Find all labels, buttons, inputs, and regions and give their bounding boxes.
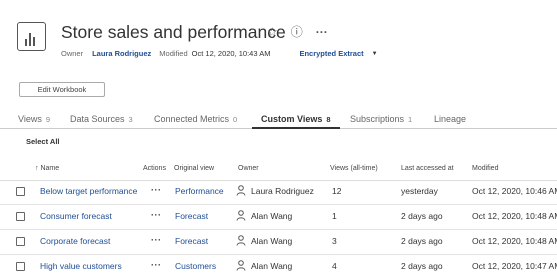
column-header-name[interactable]: ↑ Name	[35, 165, 59, 172]
tab-custom-views[interactable]: Custom Views 8	[261, 114, 331, 124]
owner-name: Alan Wang	[251, 211, 293, 221]
tab-connected-metrics[interactable]: Connected Metrics 0	[154, 114, 237, 124]
owner-name: Laura Rodriguez	[251, 186, 314, 196]
owner-label: Owner	[61, 49, 84, 58]
active-tab-indicator	[252, 127, 340, 129]
star-icon[interactable]: ☆	[267, 26, 278, 38]
custom-view-name[interactable]: Below target performance	[40, 186, 137, 196]
header-divider	[0, 180, 557, 181]
workbook-icon	[17, 21, 46, 51]
more-actions-icon[interactable]: ···	[151, 210, 162, 220]
tab-lineage[interactable]: Lineage	[434, 114, 466, 124]
user-icon	[236, 260, 246, 271]
tab-label: Data Sources	[70, 114, 125, 124]
last-accessed: 2 days ago	[401, 261, 443, 271]
views-count: 12	[332, 186, 342, 196]
modified-value: Oct 12, 2020, 10:43 AM	[191, 49, 271, 58]
original-view-link[interactable]: Forecast	[175, 211, 208, 221]
original-view-link[interactable]: Forecast	[175, 236, 208, 246]
original-view-link[interactable]: Performance	[175, 186, 224, 196]
tab-count: 3	[128, 115, 133, 124]
row-divider	[0, 204, 557, 205]
tab-bar: Views 9 Data Sources 3 Connected Metrics 0 …	[0, 109, 557, 129]
chevron-down-icon[interactable]: ▼	[372, 51, 378, 57]
tab-label: Custom Views	[261, 114, 323, 124]
tab-label: Connected Metrics	[154, 114, 230, 124]
column-header-modified[interactable]: Modified	[472, 165, 498, 172]
info-icon[interactable]: ⓘ	[291, 26, 303, 38]
column-header-actions: Actions	[143, 165, 166, 172]
column-header-last-accessed[interactable]: Last accessed at	[401, 165, 454, 172]
views-count: 1	[332, 211, 337, 221]
row-checkbox[interactable]	[16, 237, 25, 246]
page-title: Store sales and performance	[61, 22, 286, 42]
column-header-owner[interactable]: Owner	[238, 165, 259, 172]
custom-view-name[interactable]: Consumer forecast	[40, 211, 112, 221]
workbook-meta: Owner Laura Rodriguez Modified Oct 12, 2…	[61, 49, 378, 58]
custom-view-name[interactable]: Corporate forecast	[40, 236, 110, 246]
select-all-link[interactable]: Select All	[26, 137, 60, 146]
tab-label: Views	[18, 114, 42, 124]
more-icon[interactable]: ···	[316, 26, 328, 38]
edit-workbook-button[interactable]: Edit Workbook	[19, 82, 105, 97]
last-accessed: yesterday	[401, 186, 438, 196]
user-icon	[236, 235, 246, 246]
views-count: 3	[332, 236, 337, 246]
custom-view-name[interactable]: High value customers	[40, 261, 122, 271]
modified-date: Oct 12, 2020, 10:47 AM	[472, 261, 557, 271]
more-actions-icon[interactable]: ···	[151, 185, 162, 195]
owner-name: Alan Wang	[251, 261, 293, 271]
extract-link[interactable]: Encrypted Extract	[299, 49, 363, 58]
owner-name: Alan Wang	[251, 236, 293, 246]
tab-count: 0	[233, 115, 238, 124]
row-divider	[0, 254, 557, 255]
tab-data-sources[interactable]: Data Sources 3	[70, 114, 133, 124]
tab-count: 8	[326, 115, 331, 124]
tab-label: Subscriptions	[350, 114, 405, 124]
owner-link[interactable]: Laura Rodriguez	[92, 49, 151, 58]
column-header-original-view[interactable]: Original view	[174, 165, 214, 172]
tab-label: Lineage	[434, 114, 467, 124]
modified-date: Oct 12, 2020, 10:48 AM	[472, 211, 557, 221]
views-count: 4	[332, 261, 337, 271]
user-icon	[236, 210, 246, 221]
original-view-link[interactable]: Customers	[175, 261, 216, 271]
column-header-views[interactable]: Views (all-time)	[330, 165, 378, 172]
modified-date: Oct 12, 2020, 10:46 AM	[472, 186, 557, 196]
modified-label: Modified	[159, 49, 188, 58]
more-actions-icon[interactable]: ···	[151, 260, 162, 270]
user-icon	[236, 185, 246, 196]
row-checkbox[interactable]	[16, 212, 25, 221]
more-actions-icon[interactable]: ···	[151, 235, 162, 245]
tab-subscriptions[interactable]: Subscriptions 1	[350, 114, 412, 124]
modified-date: Oct 12, 2020, 10:48 AM	[472, 236, 557, 246]
row-checkbox[interactable]	[16, 187, 25, 196]
row-checkbox[interactable]	[16, 262, 25, 271]
tab-count: 1	[408, 115, 413, 124]
tab-count: 9	[45, 115, 51, 124]
last-accessed: 2 days ago	[401, 211, 443, 221]
tab-views[interactable]: Views 9	[18, 114, 50, 124]
last-accessed: 2 days ago	[401, 236, 443, 246]
row-divider	[0, 229, 557, 230]
